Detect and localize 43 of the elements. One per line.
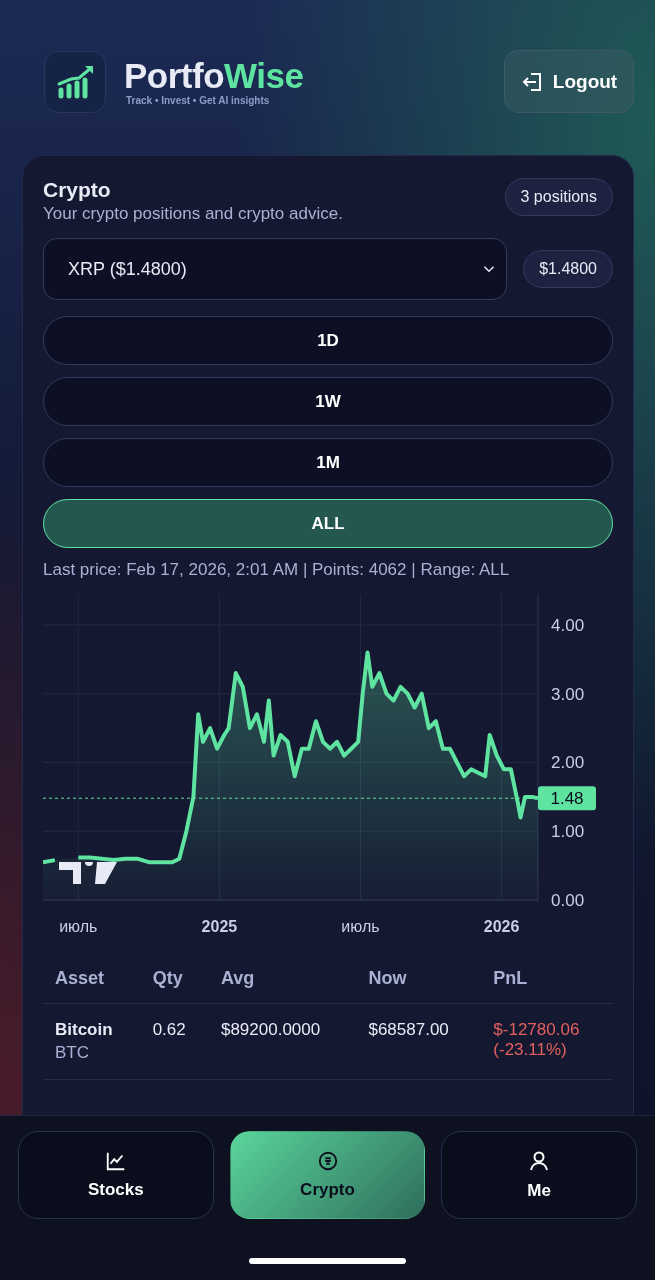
column-header: PnL — [481, 954, 613, 1004]
card-subtitle: Your crypto positions and crypto advice. — [43, 204, 343, 224]
x-axis-label: 2026 — [483, 918, 520, 935]
asset-name: Bitcoin — [55, 1020, 114, 1040]
range-button[interactable]: 1W — [43, 377, 613, 426]
chart-info: Last price: Feb 17, 2026, 2:01 AM | Points: 4062 | Range: ALL — [43, 560, 511, 580]
y-axis-label: 1.00 — [551, 822, 585, 842]
chart-icon — [104, 1150, 127, 1172]
table-cell: $68587.00 — [356, 1003, 482, 1080]
brand-name: PortfoWise — [124, 57, 304, 95]
nav-tab[interactable]: Crypto — [229, 1131, 426, 1219]
range-button[interactable]: 1D — [43, 316, 613, 365]
asset-select[interactable]: XRP ($1.4800) — [43, 238, 508, 300]
column-header: Asset — [43, 954, 141, 1004]
card-title: Crypto — [43, 178, 112, 202]
range-button[interactable]: ALL — [43, 499, 613, 548]
y-axis-label: 4.00 — [551, 615, 585, 635]
positions-count: 3 positions — [504, 178, 613, 216]
pnl-percent: (-23.11%) — [493, 1040, 568, 1060]
x-axis-label: 2025 — [201, 918, 238, 935]
app-logo — [44, 50, 106, 113]
nav-tab[interactable]: Me — [441, 1131, 637, 1219]
price-tag-label: 1.48 — [550, 789, 584, 809]
price-tag — [538, 786, 596, 811]
logout-button[interactable]: Logout — [504, 50, 634, 113]
pnl-value: $-12780.06 — [493, 1020, 581, 1040]
table-cell: 0.62 — [140, 1003, 209, 1080]
column-header: Qty — [140, 954, 209, 1004]
tagline: Track • Invest • Get AI insights — [126, 95, 271, 106]
column-header: Avg — [208, 954, 357, 1004]
column-header: Now — [356, 954, 482, 1004]
asset-symbol: BTC — [55, 1043, 90, 1063]
y-axis-label: 2.00 — [551, 753, 585, 773]
nav-tab[interactable]: Stocks — [18, 1131, 214, 1219]
coin-icon — [316, 1150, 339, 1172]
range-button[interactable]: 1M — [43, 438, 613, 487]
table-cell: $89200.0000 — [208, 1003, 357, 1080]
x-axis-label: июль — [341, 918, 380, 935]
y-axis-label: 3.00 — [551, 684, 585, 704]
price-badge: $1.4800 — [523, 250, 613, 288]
chart-logo-icon — [59, 862, 117, 884]
x-axis-label: июль — [59, 918, 98, 935]
y-axis-label: 0.00 — [551, 891, 585, 910]
